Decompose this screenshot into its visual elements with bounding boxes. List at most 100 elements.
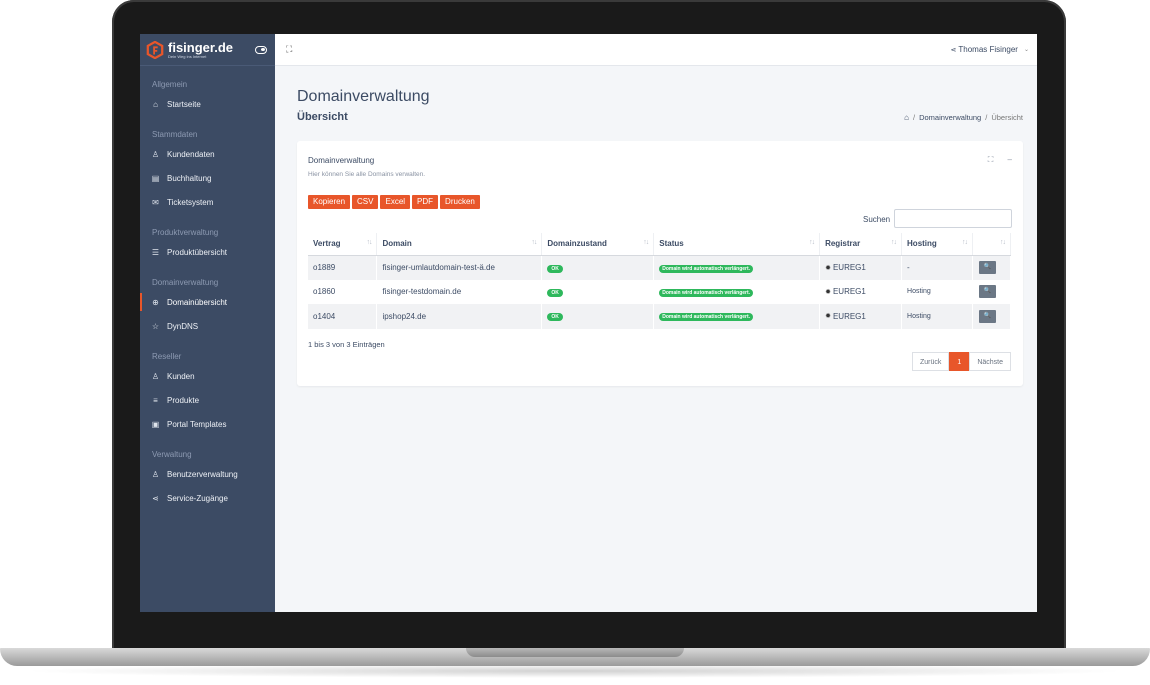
prev-page-button[interactable]: Zurück <box>912 352 950 371</box>
user-icon: ♙ <box>151 371 160 381</box>
sidebar-item-buchhaltung[interactable]: ▤ Buchhaltung <box>140 166 275 190</box>
view-button[interactable]: 🔍 <box>978 309 996 323</box>
pdf-button[interactable]: PDF <box>412 195 439 209</box>
copy-button[interactable]: Kopieren <box>308 195 351 209</box>
breadcrumb: ⌂ / Domainverwaltung / Übersicht <box>904 113 1023 122</box>
sidebar-item-produkte[interactable]: ≡ Produkte <box>140 388 275 412</box>
sidebar-item-produktuebersicht[interactable]: ☰ Produktübersicht <box>140 240 275 264</box>
sidebar-item-startseite[interactable]: ⌂ Startseite <box>140 92 275 116</box>
laptop-shadow <box>20 664 1130 678</box>
column-header-domain[interactable]: Domain ↑↓ <box>376 233 543 256</box>
share-icon: ⋖ <box>152 493 159 503</box>
sidebar-item-label: Kunden <box>167 371 195 381</box>
cell-vertrag: o1889 <box>308 255 378 280</box>
user-icon: ♙ <box>151 149 160 159</box>
sidebar-item-dyndns[interactable]: ☆ DynDNS <box>140 314 275 338</box>
sidebar-item-label: Buchhaltung <box>167 173 212 183</box>
print-button[interactable]: Drucken <box>440 195 480 209</box>
maximize-icon[interactable]: ⛶ <box>988 155 994 164</box>
status-badge: Domain wird automatisch verlängert. <box>659 264 754 273</box>
cell-domain: fisinger-testdomain.de <box>376 279 543 304</box>
sidebar: fisinger.de Dein Weg ins Internet Allgem… <box>140 34 275 612</box>
view-button[interactable]: 🔍 <box>978 285 996 299</box>
user-menu[interactable]: ⋖ Thomas Fisinger ⌄ <box>951 45 1029 54</box>
sidebar-item-portal-templates[interactable]: ▣ Portal Templates <box>140 412 275 436</box>
brand-text: fisinger.de Dein Weg ins Internet <box>168 41 233 59</box>
users-icon: ♙ <box>151 469 160 479</box>
breadcrumb-separator: / <box>985 113 988 122</box>
sort-icon: ↑↓ <box>891 239 897 246</box>
fullscreen-icon[interactable]: ⛶ <box>286 44 292 55</box>
globe-icon: ⊕ <box>152 297 159 307</box>
sidebar-item-label: DynDNS <box>167 321 199 331</box>
registrar-icon: ✹ <box>825 264 831 272</box>
excel-button[interactable]: Excel <box>380 195 411 209</box>
domain-table: Vertrag ↑↓ Domain ↑↓ Domainzustand ↑↓ Statu… <box>308 233 1012 329</box>
column-label: Registrar <box>825 239 861 249</box>
sidebar-item-benutzerverwaltung[interactable]: ♙ Benutzerverwaltung <box>140 462 275 486</box>
status-badge: OK <box>547 313 563 322</box>
sidebar-item-label: Benutzerverwaltung <box>167 469 238 479</box>
card-tools: ⛶ – <box>976 155 1012 165</box>
view-button[interactable]: 🔍 <box>978 261 996 274</box>
sidebar-item-label: Ticketsystem <box>167 197 214 207</box>
topbar: ⛶ ⋖ Thomas Fisinger ⌄ <box>275 34 1037 66</box>
cell-actions: 🔍 <box>972 255 1012 280</box>
cell-domainzustand: OK <box>541 279 655 304</box>
sidebar-item-service-zugaenge[interactable]: ⋖ Service-Zugänge <box>140 486 275 510</box>
cell-domain: fisinger-umlautdomain-test-ä.de <box>376 255 543 280</box>
sort-icon: ↑↓ <box>1000 239 1006 246</box>
cell-registrar: ✹ EUREG1 <box>819 304 903 329</box>
pagination: Zurück 1 Nächste <box>912 352 1011 371</box>
column-header-vertrag[interactable]: Vertrag ↑↓ <box>308 233 378 256</box>
laptop-notch <box>466 648 684 657</box>
sidebar-item-kundendaten[interactable]: ♙ Kundendaten <box>140 142 275 166</box>
search-input[interactable] <box>894 209 1012 228</box>
registrar-name: EUREG1 <box>832 263 866 272</box>
sidebar-item-kunden[interactable]: ♙ Kunden <box>140 364 275 388</box>
cell-status: Domain wird automatisch verlängert. <box>653 279 821 304</box>
mail-icon: ✉ <box>152 197 159 207</box>
cell-registrar: ✹ EUREG1 <box>819 279 903 304</box>
sort-icon: ↑↓ <box>643 239 649 246</box>
column-header-status[interactable]: Status ↑↓ <box>653 233 821 256</box>
sidebar-item-label: Produktübersicht <box>167 247 228 257</box>
cell-hosting: Hosting <box>901 304 973 329</box>
breadcrumb-item[interactable]: Domainverwaltung <box>919 113 981 122</box>
search-label: Suchen <box>863 215 891 224</box>
column-header-actions[interactable]: ↑↓ <box>972 233 1012 256</box>
cell-hosting: - <box>901 255 973 280</box>
column-label: Domain <box>382 239 412 249</box>
status-badge: Domain wird automatisch verlängert. <box>659 288 754 297</box>
registrar-name: EUREG1 <box>832 287 866 297</box>
sort-icon: ↑↓ <box>809 239 815 246</box>
nav-section-stammdaten: Stammdaten <box>152 130 198 139</box>
column-header-domainzustand[interactable]: Domainzustand ↑↓ <box>541 233 655 256</box>
sidebar-item-label: Domainübersicht <box>167 297 228 307</box>
share-icon: ⋖ <box>950 46 957 54</box>
sidebar-item-domainuebersicht[interactable]: ⊕ Domainübersicht <box>140 290 275 314</box>
sidebar-item-label: Service-Zugänge <box>167 493 228 503</box>
document-icon: ▤ <box>151 173 160 183</box>
cell-vertrag: o1404 <box>308 304 378 329</box>
nav-section-verwaltung: Verwaltung <box>152 450 192 459</box>
status-badge: Domain wird automatisch verlängert. <box>659 313 754 322</box>
cell-actions: 🔍 <box>972 304 1012 329</box>
sidebar-item-label: Produkte <box>167 395 200 405</box>
sidebar-item-label: Startseite <box>167 99 201 109</box>
next-page-button[interactable]: Nächste <box>969 352 1011 371</box>
csv-button[interactable]: CSV <box>352 195 379 209</box>
column-header-registrar[interactable]: Registrar ↑↓ <box>819 233 903 256</box>
brand[interactable]: fisinger.de Dein Weg ins Internet <box>140 34 275 66</box>
brand-logo-icon <box>146 40 164 59</box>
minimize-icon[interactable]: – <box>1008 155 1012 164</box>
sidebar-item-ticketsystem[interactable]: ✉ Ticketsystem <box>140 190 275 214</box>
page-button[interactable]: 1 <box>949 352 970 371</box>
column-header-hosting[interactable]: Hosting ↑↓ <box>901 233 973 256</box>
home-icon: ⌂ <box>153 99 158 109</box>
sidebar-toggle-icon[interactable] <box>255 45 267 54</box>
sidebar-item-label: Kundendaten <box>167 149 215 159</box>
nav-section-allgemein: Allgemein <box>152 80 188 89</box>
table-header-row: Vertrag ↑↓ Domain ↑↓ Domainzustand ↑↓ Statu… <box>308 233 1012 256</box>
home-icon[interactable]: ⌂ <box>904 113 909 122</box>
